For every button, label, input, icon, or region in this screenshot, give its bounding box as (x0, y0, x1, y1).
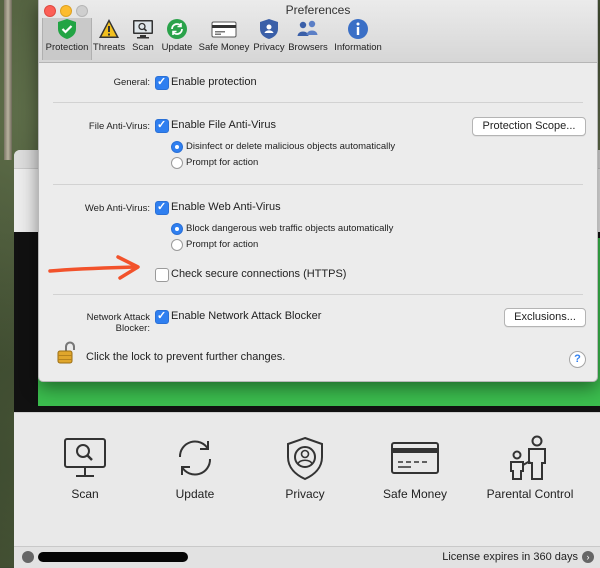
tab-label: Information (334, 42, 382, 53)
scan-monitor-icon (64, 438, 106, 477)
tab-safe-money[interactable]: Safe Money (197, 18, 251, 60)
tab-label: Threats (92, 42, 126, 53)
dock-parental-control-button[interactable]: Parental Control (480, 435, 580, 501)
section-divider (53, 184, 583, 185)
general-label: General: (113, 77, 150, 88)
dock-privacy-button[interactable]: Privacy (260, 435, 350, 501)
section-divider (53, 102, 583, 103)
dock-label: Parental Control (486, 487, 574, 501)
protection-scope-button[interactable]: Protection Scope... (472, 117, 586, 136)
preferences-window: Preferences Protection Threats Scan Upda… (38, 0, 598, 382)
update-arrows-icon (178, 440, 212, 476)
enable-network-blocker-label[interactable]: Enable Network Attack Blocker (171, 310, 321, 322)
tab-browsers[interactable]: Browsers (287, 18, 329, 60)
block-dangerous-traffic-label[interactable]: Block dangerous web traffic objects auto… (186, 223, 393, 234)
disinfect-automatically-radio[interactable] (171, 141, 183, 153)
info-icon (348, 19, 368, 39)
chevron-right-icon[interactable]: › (582, 551, 594, 563)
enable-file-antivirus-label[interactable]: Enable File Anti-Virus (171, 119, 276, 131)
scan-monitor-icon (133, 20, 153, 39)
network-attack-blocker-label-line1: Network Attack (86, 312, 150, 323)
app-status-bar: License expires in 360 days › (14, 546, 600, 568)
file-prompt-for-action-radio[interactable] (171, 157, 183, 169)
file-prompt-for-action-label[interactable]: Prompt for action (186, 157, 258, 168)
tab-label: Protection (45, 42, 89, 53)
network-attack-blocker-label: Network Attack Blocker: (39, 312, 150, 334)
check-https-label[interactable]: Check secure connections (HTTPS) (171, 268, 346, 280)
tab-scan[interactable]: Scan (129, 18, 157, 60)
dock-safe-money-button[interactable]: Safe Money (370, 435, 460, 501)
redacted-account-name (38, 552, 188, 562)
exclusions-button[interactable]: Exclusions... (504, 308, 586, 327)
tab-label: Scan (132, 42, 154, 53)
enable-protection-checkbox[interactable] (155, 75, 169, 90)
enable-web-antivirus-label[interactable]: Enable Web Anti-Virus (171, 201, 281, 213)
window-title: Preferences (285, 3, 351, 17)
web-prompt-for-action-radio[interactable] (171, 239, 183, 251)
parental-control-icon (510, 435, 546, 480)
app-feature-dock: Scan Update Privacy Safe Money Parental … (14, 412, 600, 547)
help-button[interactable]: ? (569, 351, 586, 368)
enable-protection-label[interactable]: Enable protection (171, 76, 257, 88)
enable-web-antivirus-checkbox[interactable] (155, 200, 169, 215)
credit-card-icon (211, 21, 237, 38)
tab-update[interactable]: Update (159, 18, 195, 60)
enable-file-antivirus-checkbox[interactable] (155, 118, 169, 133)
tab-label: Update (161, 42, 193, 53)
privacy-shield-icon (287, 436, 323, 481)
dock-scan-button[interactable]: Scan (40, 435, 130, 501)
account-avatar-icon[interactable] (22, 551, 34, 563)
enable-network-blocker-checkbox[interactable] (155, 309, 169, 324)
tab-threats[interactable]: Threats (91, 18, 127, 60)
credit-card-icon (391, 442, 439, 474)
annotation-arrow (48, 255, 140, 280)
license-status[interactable]: License expires in 360 days (442, 551, 578, 563)
tab-privacy[interactable]: Privacy (253, 18, 285, 60)
dock-label: Safe Money (382, 487, 448, 501)
web-prompt-for-action-label[interactable]: Prompt for action (186, 239, 258, 250)
dock-update-button[interactable]: Update (150, 435, 240, 501)
update-arrows-icon (167, 19, 187, 39)
check-https-checkbox[interactable] (155, 268, 169, 282)
app-status-left-edge (14, 232, 38, 412)
dock-label: Scan (71, 487, 99, 501)
tab-protection[interactable]: Protection (42, 18, 92, 60)
preferences-toolbar: Preferences Protection Threats Scan Upda… (39, 0, 597, 63)
warning-triangle-icon (99, 19, 119, 38)
unlocked-lock-icon[interactable] (57, 341, 75, 365)
browsers-people-icon (297, 20, 318, 36)
tab-label: Safe Money (198, 42, 250, 53)
dock-label: Privacy (285, 487, 325, 501)
tree-trunk (4, 0, 12, 160)
dock-label: Update (175, 487, 215, 501)
disinfect-automatically-label[interactable]: Disinfect or delete malicious objects au… (186, 141, 395, 152)
tab-information[interactable]: Information (333, 18, 383, 60)
web-antivirus-label: Web Anti-Virus: (84, 203, 150, 214)
file-antivirus-label: File Anti-Virus: (88, 121, 150, 132)
block-dangerous-traffic-radio[interactable] (171, 223, 183, 235)
lock-hint-text: Click the lock to prevent further change… (86, 351, 286, 363)
tab-label: Browsers (288, 42, 328, 53)
privacy-shield-icon (260, 19, 278, 39)
tab-label: Privacy (253, 42, 285, 53)
section-divider (53, 294, 583, 295)
network-attack-blocker-label-line2: Blocker: (115, 323, 150, 334)
shield-check-icon (58, 19, 76, 39)
